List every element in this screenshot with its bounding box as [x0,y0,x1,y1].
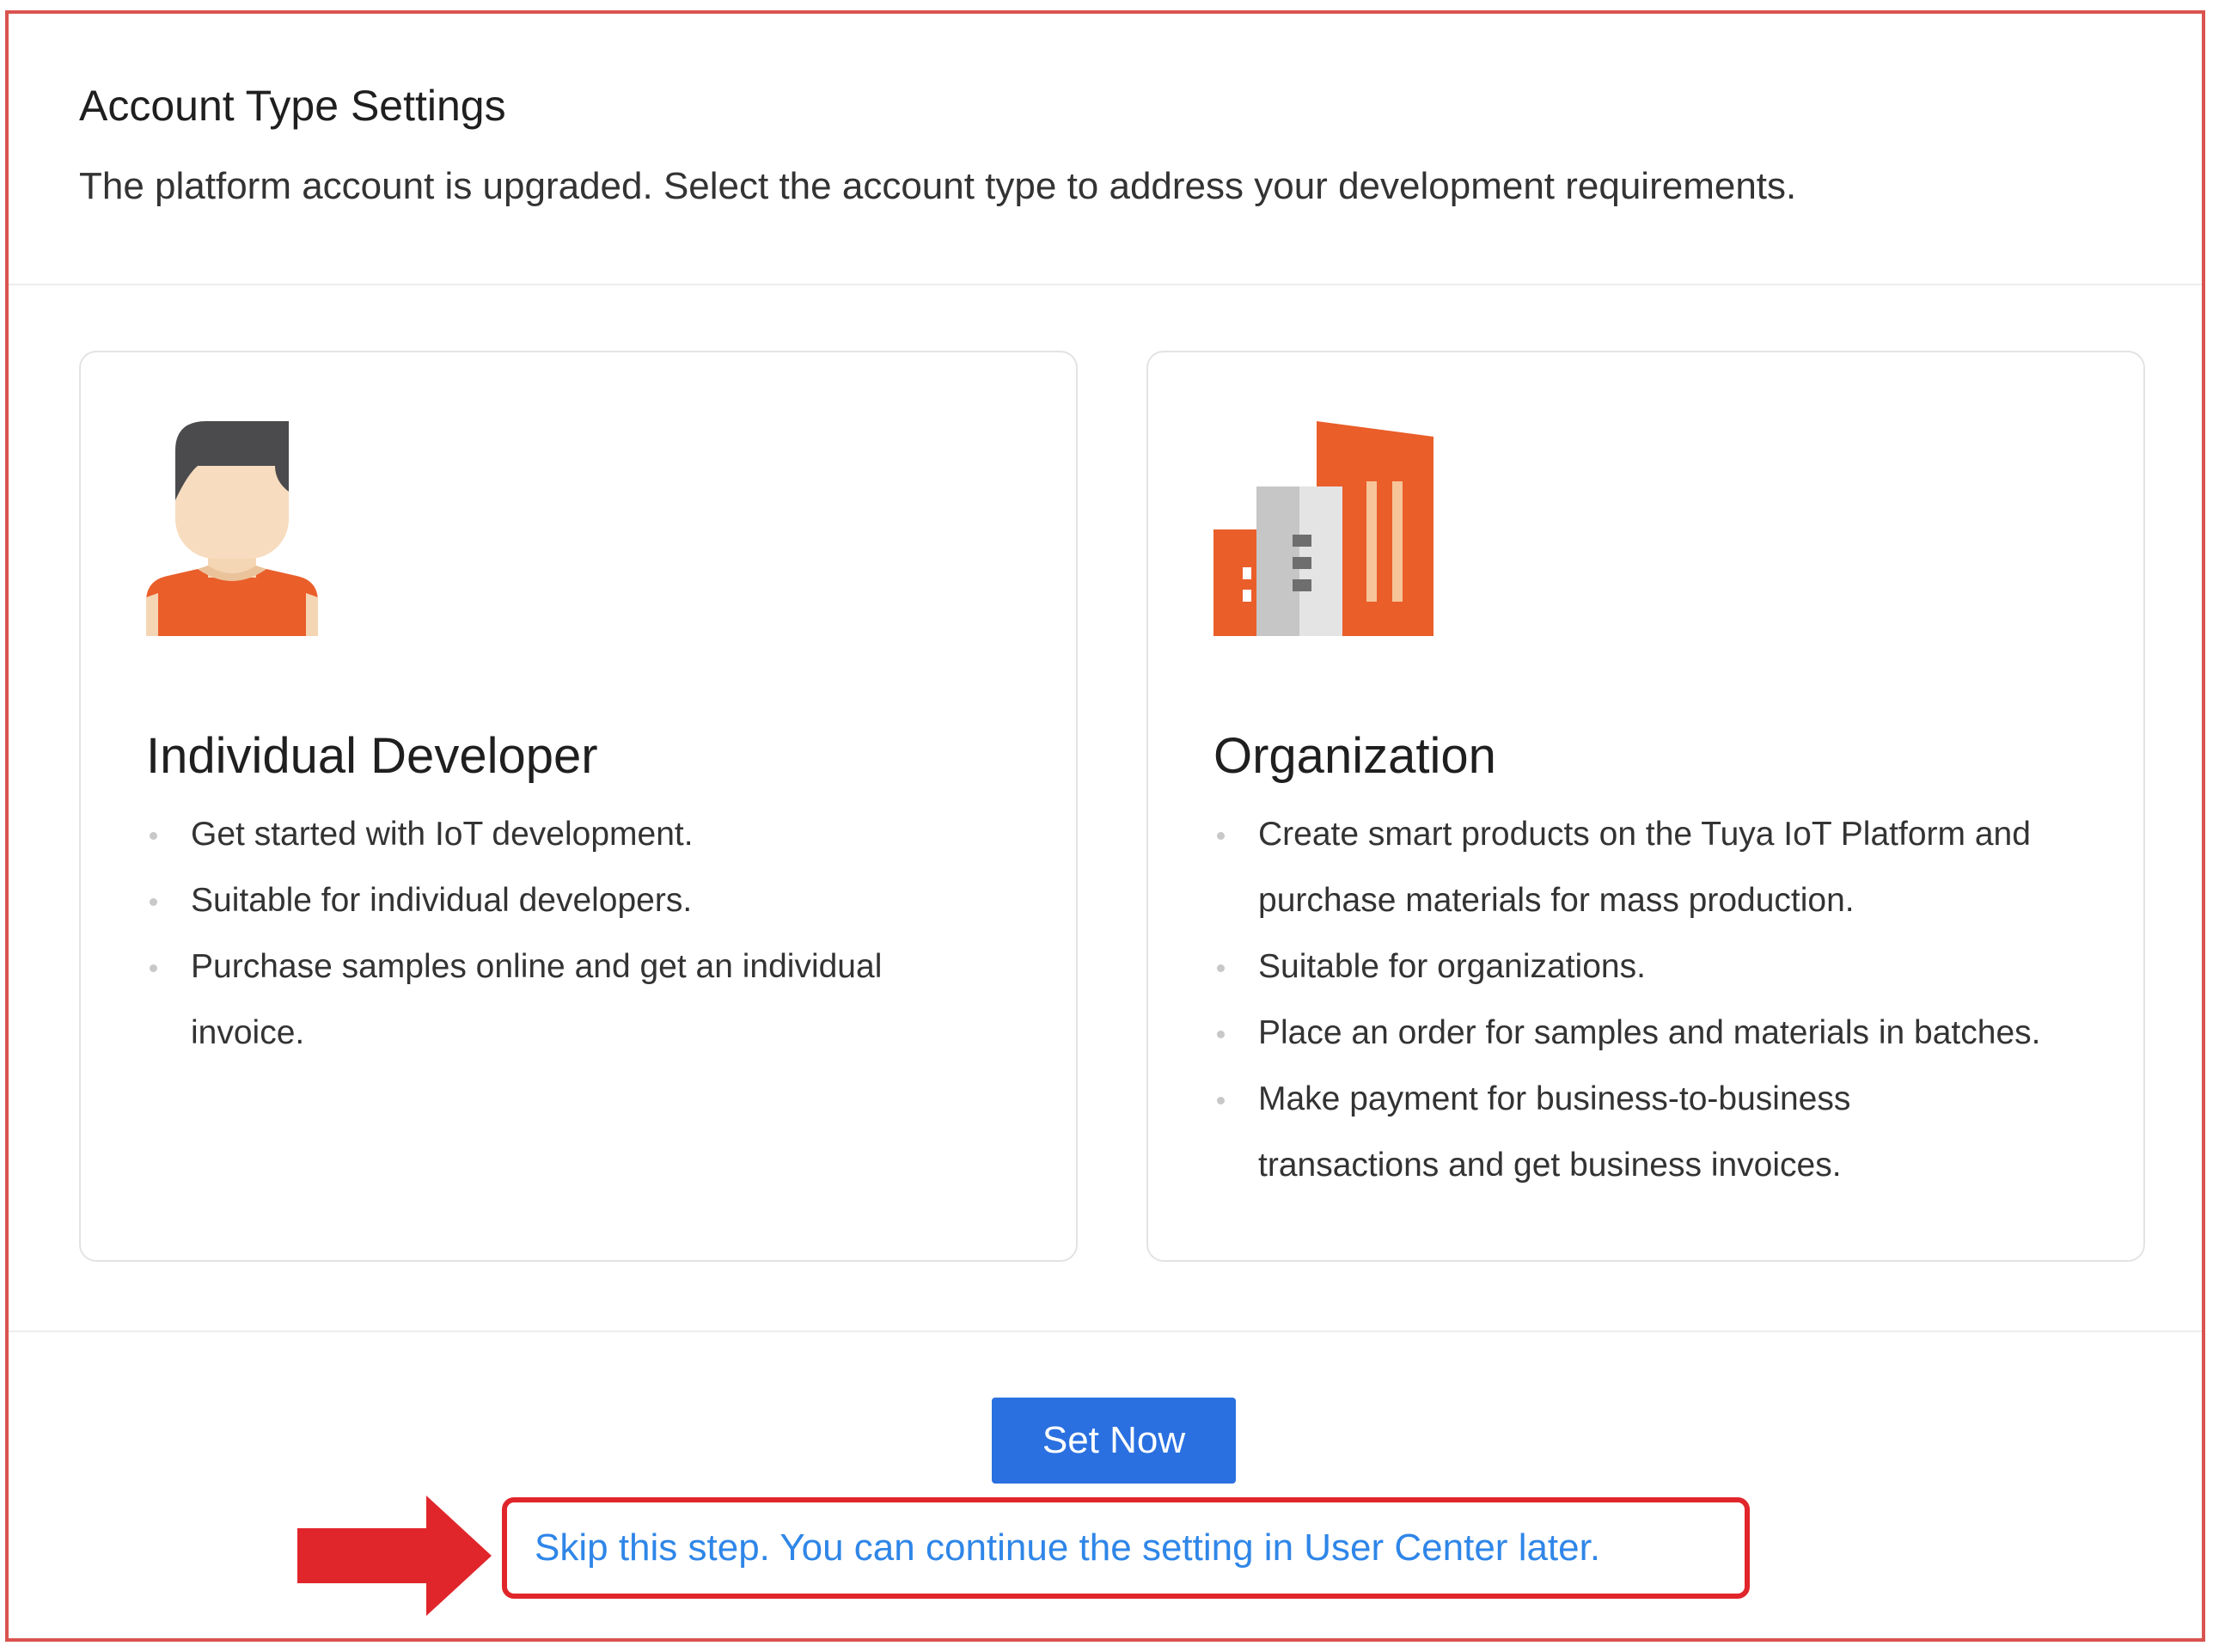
dialog-header: Account Type Settings The platform accou… [9,14,2202,285]
arrow-right-icon [297,1496,492,1616]
organization-card[interactable]: Organization Create smart products on th… [1146,351,2145,1262]
card-bullet: Suitable for organizations. [1213,933,2090,1000]
page-title: Account Type Settings [79,82,506,130]
card-title: Organization [1213,728,1496,784]
card-title: Individual Developer [146,728,598,784]
card-bullet: Purchase samples online and get an indiv… [146,933,1023,1066]
set-now-button[interactable]: Set Now [992,1398,1236,1484]
card-bullets: Create smart products on the Tuya IoT Pl… [1213,801,2090,1198]
building-icon [1213,421,1433,636]
individual-developer-card[interactable]: Individual Developer Get started with Io… [79,351,1078,1262]
footer-divider [9,1331,2202,1332]
account-type-dialog: Account Type Settings The platform accou… [5,10,2205,1642]
card-bullets: Get started with IoT development. Suitab… [146,801,1023,1066]
card-bullet: Create smart products on the Tuya IoT Pl… [1213,801,2090,933]
card-bullet: Get started with IoT development. [146,801,1023,867]
card-bullet: Suitable for individual developers. [146,867,1023,933]
card-bullet: Make payment for business-to-business tr… [1213,1066,2090,1198]
page-subtitle: The platform account is upgraded. Select… [79,165,1797,207]
person-icon [146,421,318,636]
skip-step-link[interactable]: Skip this step. You can continue the set… [535,1527,1600,1569]
card-bullet: Place an order for samples and materials… [1213,1000,2090,1066]
